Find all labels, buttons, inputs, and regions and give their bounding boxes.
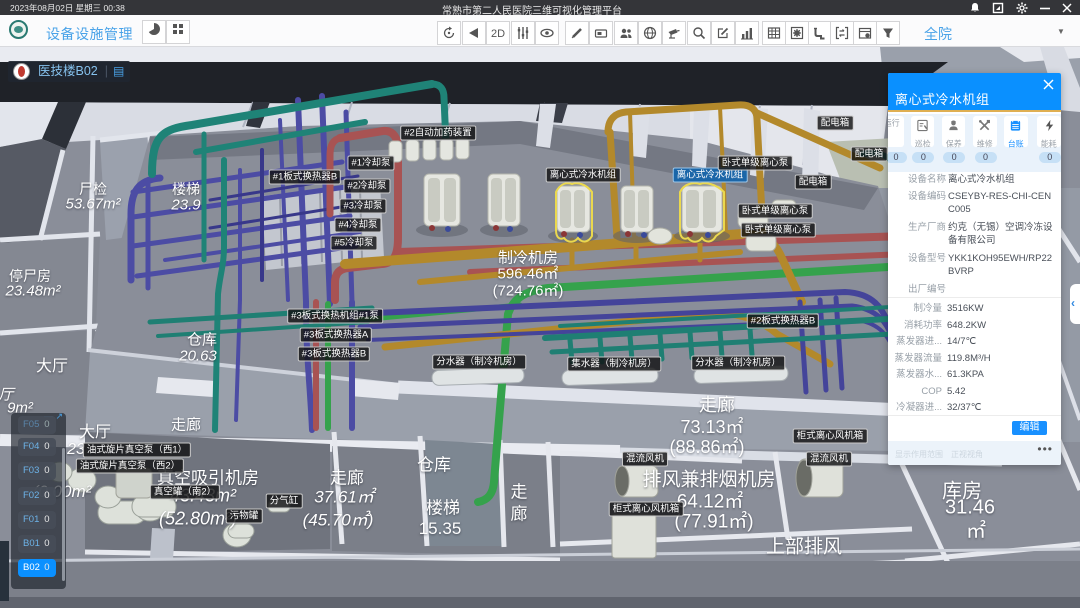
svg-text:2D: 2D [491, 28, 505, 40]
